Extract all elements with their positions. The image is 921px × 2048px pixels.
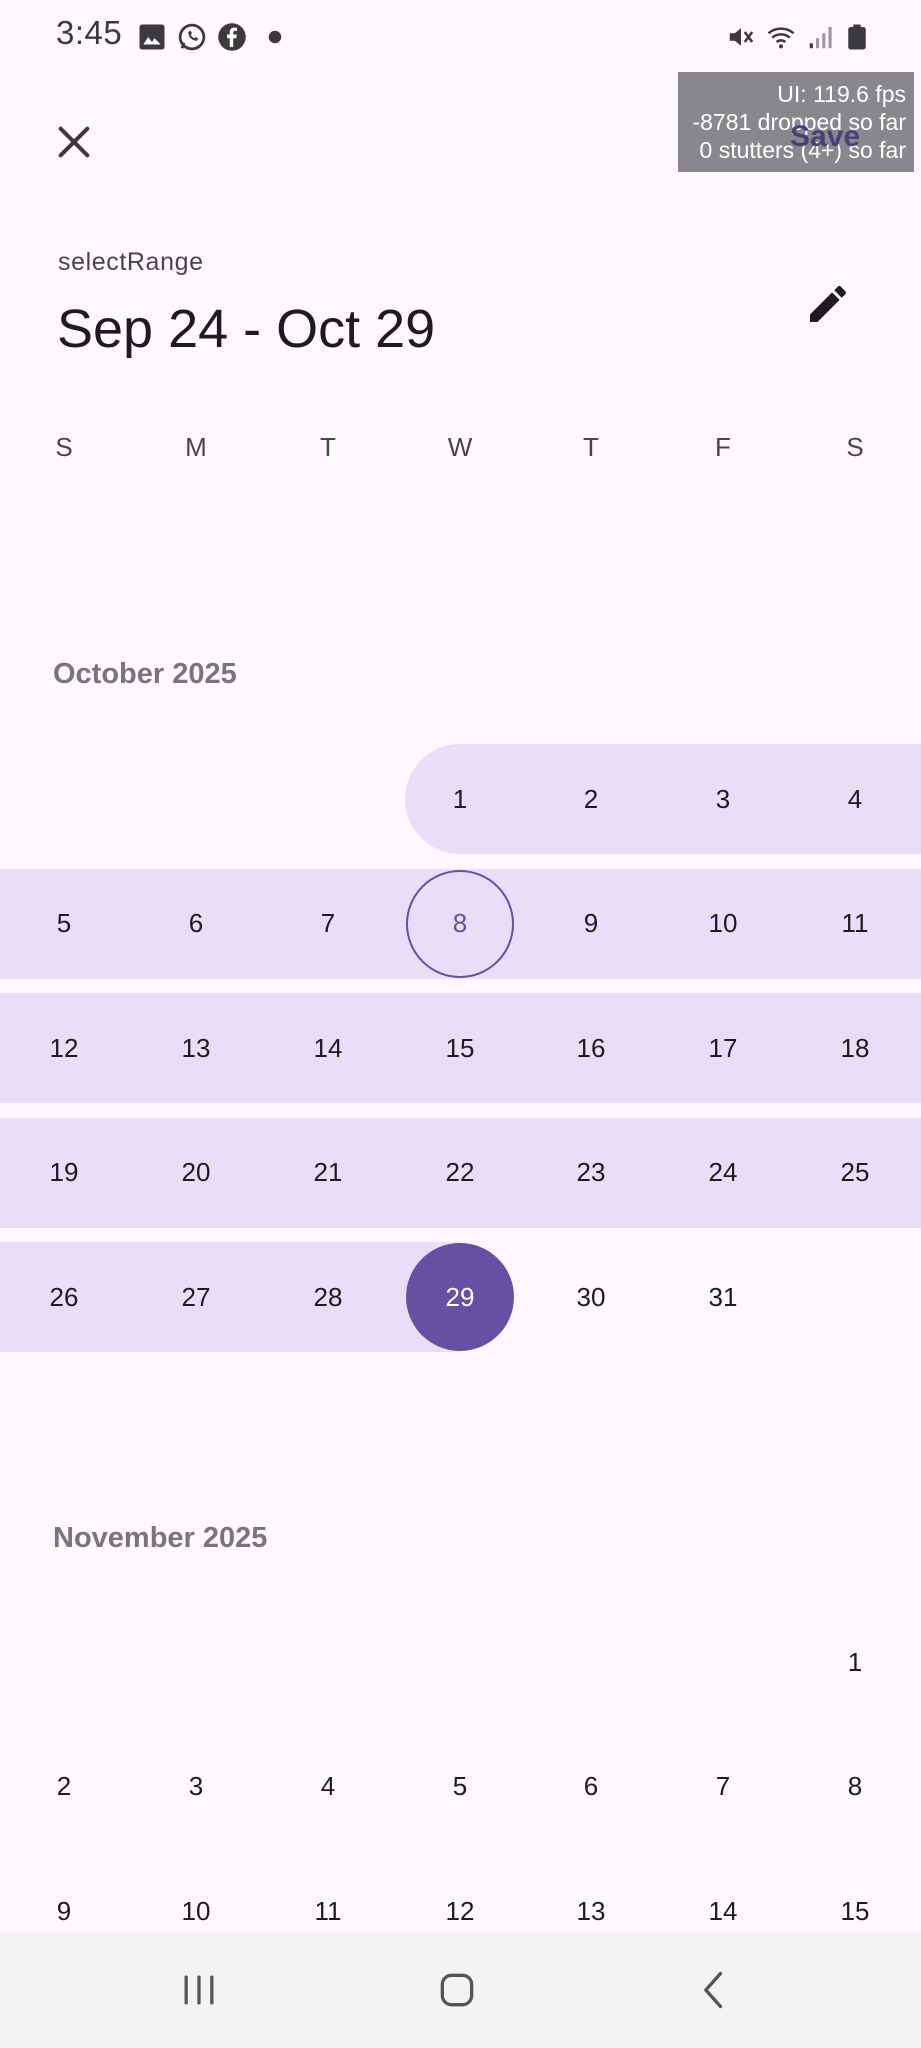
day-cell[interactable]: 13 [142,994,250,1102]
close-button[interactable] [40,108,108,176]
day-cell[interactable]: 18 [801,994,909,1102]
signal-icon [809,27,832,49]
day-cell-today[interactable]: 8 [406,869,514,978]
day-cell[interactable]: 30 [537,1243,645,1351]
day-cell[interactable]: 6 [142,870,250,978]
battery-icon [848,24,866,50]
home-icon [440,1973,474,2007]
day-cell[interactable]: 28 [274,1243,382,1351]
day-cell[interactable]: 2 [10,1733,118,1841]
navigation-bar [0,1932,921,2048]
day-cell[interactable]: 1 [406,745,514,853]
weekday-label: S [55,432,73,462]
day-cell[interactable]: 10 [669,870,777,978]
day-cell[interactable]: 23 [537,1119,645,1227]
day-cell[interactable]: 11 [801,870,909,978]
image-icon [139,24,165,50]
weekday-label: M [185,432,207,462]
status-bar: 3:45 [0,0,921,76]
day-cell[interactable]: 15 [406,994,514,1102]
wifi-icon [767,27,795,49]
weekday-label: F [715,432,731,462]
day-cell[interactable]: 5 [406,1733,514,1841]
day-cell[interactable]: 3 [669,745,777,853]
range-headline: Sep 24 - Oct 29 [57,299,436,359]
day-cell[interactable]: 1 [801,1608,909,1716]
day-cell[interactable]: 31 [669,1243,777,1351]
weekday-label: S [846,432,864,462]
day-cell[interactable]: 26 [10,1243,118,1351]
day-cell[interactable]: 19 [10,1119,118,1227]
whatsapp-icon [178,23,206,51]
back-icon [704,1971,723,2009]
day-cell[interactable]: 12 [10,994,118,1102]
day-cell[interactable]: 6 [537,1733,645,1841]
edit-button[interactable] [796,272,860,336]
home-button[interactable] [397,1932,517,2048]
status-time: 3:45 [56,14,123,51]
day-cell[interactable]: 14 [274,994,382,1102]
dot-icon [268,30,282,44]
day-cell[interactable]: 8 [801,1733,909,1841]
weekday-label: T [583,432,599,462]
day-cell[interactable]: 9 [537,870,645,978]
day-cell[interactable]: 4 [801,745,909,853]
picker-label: selectRange [58,248,204,276]
facebook-icon [218,23,246,51]
recent-apps-icon [184,1975,214,2005]
month-title: October 2025 [53,658,237,690]
weekday-label: T [320,432,336,462]
close-icon [58,126,90,158]
day-cell-range-end[interactable]: 29 [406,1243,514,1351]
day-cell[interactable]: 3 [142,1733,250,1841]
day-cell[interactable]: 5 [10,870,118,978]
weekday-label: W [447,432,473,462]
month-title: November 2025 [53,1522,268,1554]
day-cell[interactable]: 24 [669,1119,777,1227]
fps-line-1: UI: 119.6 fps [777,81,906,107]
back-button[interactable] [655,1932,775,2048]
day-cell[interactable]: 21 [274,1119,382,1227]
day-cell[interactable]: 4 [274,1733,382,1841]
day-cell[interactable]: 22 [406,1119,514,1227]
day-cell[interactable]: 7 [669,1733,777,1841]
day-cell[interactable]: 27 [142,1243,250,1351]
day-cell[interactable]: 25 [801,1119,909,1227]
day-cell[interactable]: 7 [274,870,382,978]
recent-apps-button[interactable] [139,1932,259,2048]
day-cell[interactable]: 20 [142,1119,250,1227]
day-cell[interactable]: 16 [537,994,645,1102]
day-cell[interactable]: 17 [669,994,777,1102]
save-button[interactable]: Save [790,120,860,154]
day-cell[interactable]: 2 [537,745,645,853]
mute-icon [729,28,754,46]
pencil-icon [810,285,846,322]
